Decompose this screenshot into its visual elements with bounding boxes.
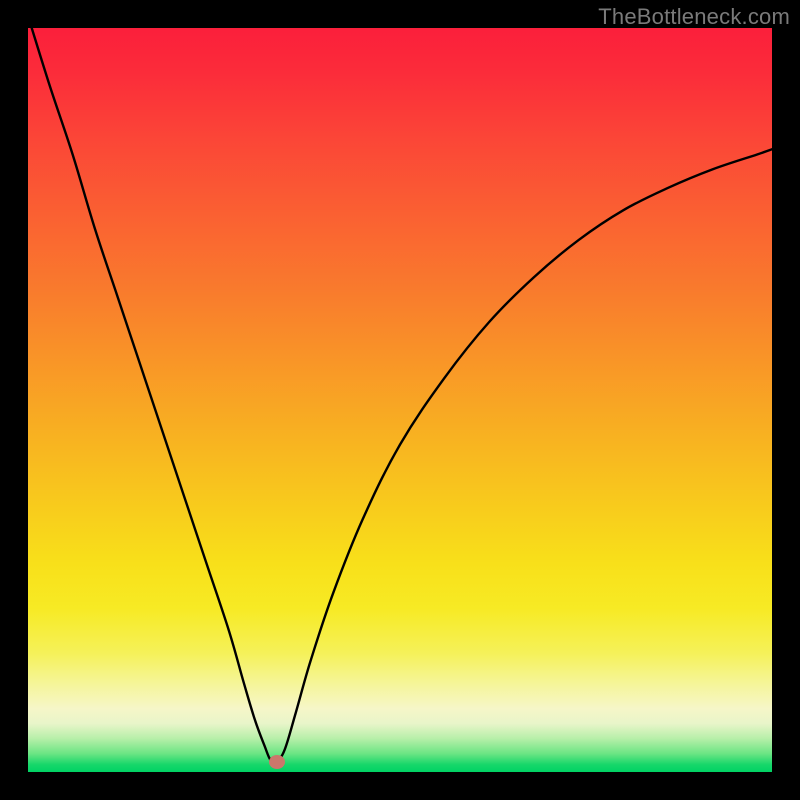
plot-svg <box>28 28 772 772</box>
plot-area <box>28 28 772 772</box>
watermark-text: TheBottleneck.com <box>598 4 790 30</box>
chart-frame: TheBottleneck.com <box>0 0 800 800</box>
min-marker <box>269 755 285 769</box>
gradient-background <box>28 28 772 772</box>
